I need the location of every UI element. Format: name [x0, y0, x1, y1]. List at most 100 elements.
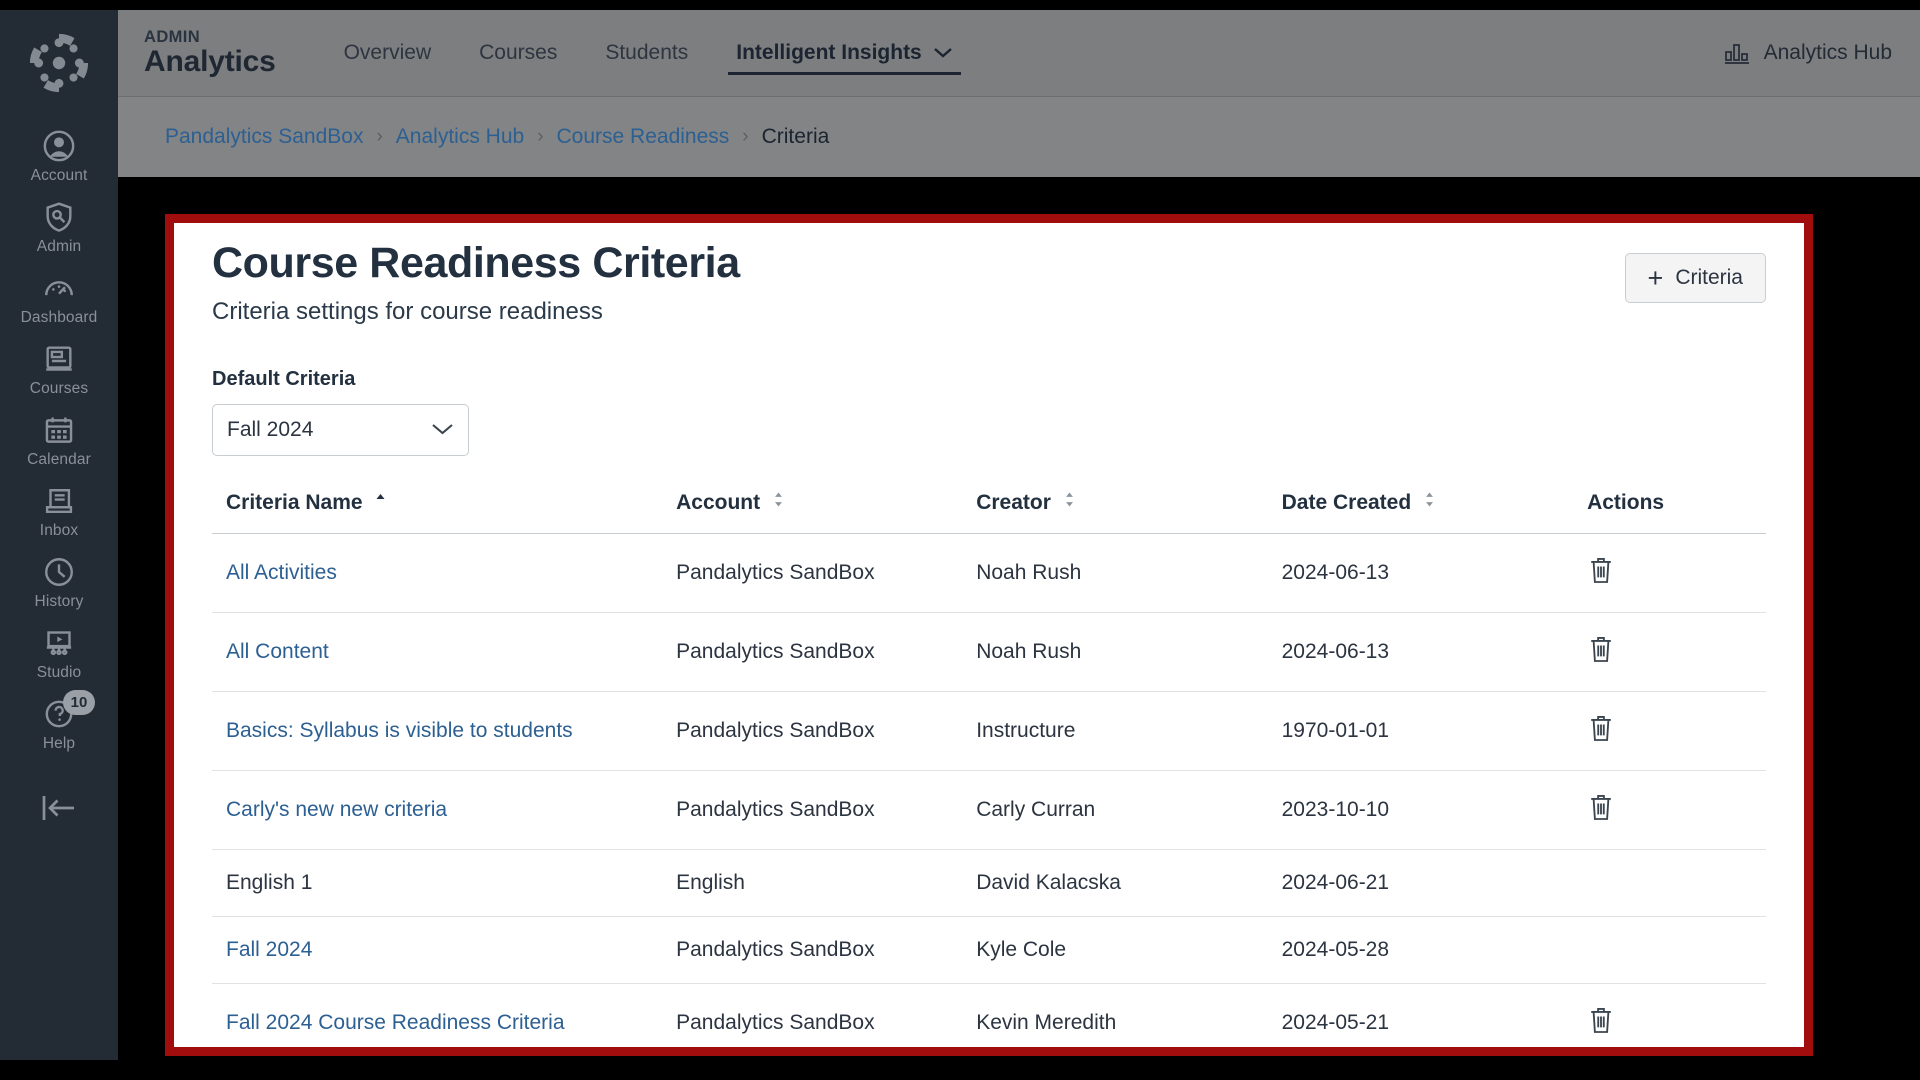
breadcrumb-item-course-readiness[interactable]: Course Readiness	[557, 125, 730, 149]
cell-criteria-name: Carly's new new criteria	[212, 770, 663, 850]
brand-title: Analytics	[144, 44, 276, 78]
trash-icon[interactable]	[1587, 713, 1615, 743]
criteria-name-link[interactable]: All Content	[226, 640, 329, 663]
tab-students[interactable]: Students	[581, 10, 712, 97]
column-label: Creator	[976, 491, 1051, 514]
table-row: All Activities Pandalytics SandBox Noah Ru…	[212, 533, 1766, 613]
table-body: All Activities Pandalytics SandBox Noah Ru…	[212, 533, 1766, 1048]
sidebar-item-account[interactable]: Account	[0, 120, 118, 191]
primary-tabs: Overview Courses Students Intelligent In…	[320, 10, 977, 97]
cell-actions	[1573, 849, 1766, 917]
sidebar-item-label: Studio	[36, 664, 82, 681]
table-row: All Content Pandalytics SandBox Noah Rush 2…	[212, 612, 1766, 692]
cell-actions	[1573, 691, 1766, 771]
sidebar-item-label: Help	[42, 735, 76, 752]
cell-account: Pandalytics SandBox	[676, 1011, 875, 1034]
cell-creator: David Kalacska	[962, 849, 1268, 917]
column-header-account[interactable]: Account	[662, 490, 963, 534]
breadcrumb-separator: ›	[376, 126, 383, 147]
column-label: Criteria Name	[226, 491, 363, 514]
trash-icon[interactable]	[1587, 1005, 1615, 1035]
cell-account: Pandalytics SandBox	[662, 533, 963, 613]
sidebar-item-courses[interactable]: Courses	[0, 333, 118, 404]
plus-icon: +	[1647, 262, 1664, 293]
chevron-down-icon	[431, 418, 454, 442]
table-row: English 1 English David Kalacska 2024-06-21	[212, 849, 1766, 917]
tab-label: Intelligent Insights	[736, 41, 922, 64]
help-badge: 10	[63, 690, 95, 715]
cell-creator: Noah Rush	[962, 612, 1268, 692]
screenshot-root: Account Admin Dashboard Courses Calendar	[0, 0, 1920, 1080]
cell-criteria-name: Fall 2024 Course Readiness Criteria	[212, 984, 662, 1048]
breadcrumb: Pandalytics SandBox › Analytics Hub › Co…	[165, 125, 829, 149]
shield-wrench-icon	[40, 198, 78, 236]
criteria-name-link[interactable]: All Activities	[226, 561, 337, 584]
page-subtitle: Criteria settings for course readiness	[212, 298, 603, 325]
breadcrumb-item-analytics-hub[interactable]: Analytics Hub	[396, 125, 524, 149]
tab-label: Courses	[479, 41, 558, 64]
inbox-icon	[40, 482, 78, 520]
cell-creator: Noah Rush	[962, 533, 1268, 613]
trash-icon[interactable]	[1587, 634, 1615, 664]
column-header-creator[interactable]: Creator	[962, 490, 1268, 534]
highlight-frame: Course Readiness Criteria Criteria setti…	[165, 214, 1813, 1056]
criteria-name-link[interactable]: Fall 2024 Course Readiness Criteria	[226, 1011, 565, 1034]
tab-overview[interactable]: Overview	[320, 10, 456, 97]
criteria-name-link[interactable]: Basics: Syllabus is visible to students	[226, 719, 573, 742]
column-header-criteria-name[interactable]: Criteria Name	[212, 490, 663, 534]
cell-account: Pandalytics SandBox	[662, 770, 963, 850]
cell-date-created: 2024-06-13	[1267, 612, 1574, 692]
tab-intelligent-insights[interactable]: Intelligent Insights	[712, 10, 977, 97]
clock-icon	[40, 553, 78, 591]
bar-chart-icon	[1724, 41, 1752, 65]
sidebar-item-admin[interactable]: Admin	[0, 191, 118, 262]
criteria-name-link[interactable]: Fall 2024	[226, 938, 312, 961]
tab-label: Overview	[343, 41, 432, 64]
cell-account: Pandalytics SandBox	[662, 612, 963, 692]
cell-creator: Kyle Cole	[962, 916, 1268, 984]
sidebar-item-calendar[interactable]: Calendar	[0, 404, 118, 475]
brand-kicker: ADMIN	[144, 27, 201, 46]
sort-none-icon	[1064, 490, 1075, 514]
cell-actions	[1573, 533, 1766, 613]
sidebar-item-dashboard[interactable]: Dashboard	[0, 262, 118, 333]
cell-creator: Carly Curran	[962, 770, 1268, 850]
sidebar-item-help[interactable]: 10 Help	[0, 688, 118, 759]
breadcrumb-separator: ›	[742, 126, 749, 147]
default-criteria-value: Fall 2024	[227, 418, 314, 441]
cell-account: Pandalytics SandBox	[662, 691, 963, 771]
sidebar-item-history[interactable]: History	[0, 546, 118, 617]
book-icon	[40, 340, 78, 378]
column-header-date-created[interactable]: Date Created	[1267, 490, 1574, 534]
card-header: Course Readiness Criteria Criteria setti…	[212, 223, 1766, 326]
cell-creator: Instructure	[962, 691, 1268, 771]
sidebar-item-inbox[interactable]: Inbox	[0, 475, 118, 546]
criteria-card: Course Readiness Criteria Criteria setti…	[174, 223, 1804, 1047]
breadcrumb-bar: Pandalytics SandBox › Analytics Hub › Co…	[118, 97, 1920, 177]
analytics-hub-label: Analytics Hub	[1763, 41, 1892, 64]
default-criteria-select[interactable]: Fall 2024	[212, 404, 469, 456]
trash-icon[interactable]	[1587, 555, 1615, 585]
criteria-name-link[interactable]: Carly's new new criteria	[226, 798, 447, 821]
cell-criteria-name: Basics: Syllabus is visible to students	[212, 691, 663, 771]
sidebar-item-label: History	[34, 593, 84, 610]
cell-date-created: 2024-06-21	[1267, 849, 1574, 917]
sort-asc-icon	[375, 490, 386, 514]
add-criteria-button[interactable]: + Criteria	[1624, 253, 1766, 303]
canvas-logo-icon[interactable]	[28, 32, 90, 94]
cell-criteria-name: All Activities	[212, 533, 663, 613]
sidebar-item-studio[interactable]: Studio	[0, 617, 118, 688]
chevron-down-icon	[933, 41, 953, 65]
cell-date-created: 2024-05-28	[1267, 916, 1574, 984]
tab-courses[interactable]: Courses	[455, 10, 581, 97]
collapse-nav-icon[interactable]	[0, 793, 118, 823]
analytics-hub-link[interactable]: Analytics Hub	[1724, 41, 1892, 65]
breadcrumb-item-pandalytics-sandbox[interactable]: Pandalytics SandBox	[165, 125, 363, 149]
sort-none-icon	[773, 490, 784, 514]
page-title: Course Readiness Criteria	[212, 239, 740, 287]
trash-icon[interactable]	[1587, 792, 1615, 822]
cell-actions	[1573, 612, 1766, 692]
breadcrumb-item-criteria: Criteria	[761, 125, 830, 148]
calendar-icon	[40, 411, 78, 449]
column-header-actions: Actions	[1573, 490, 1766, 534]
